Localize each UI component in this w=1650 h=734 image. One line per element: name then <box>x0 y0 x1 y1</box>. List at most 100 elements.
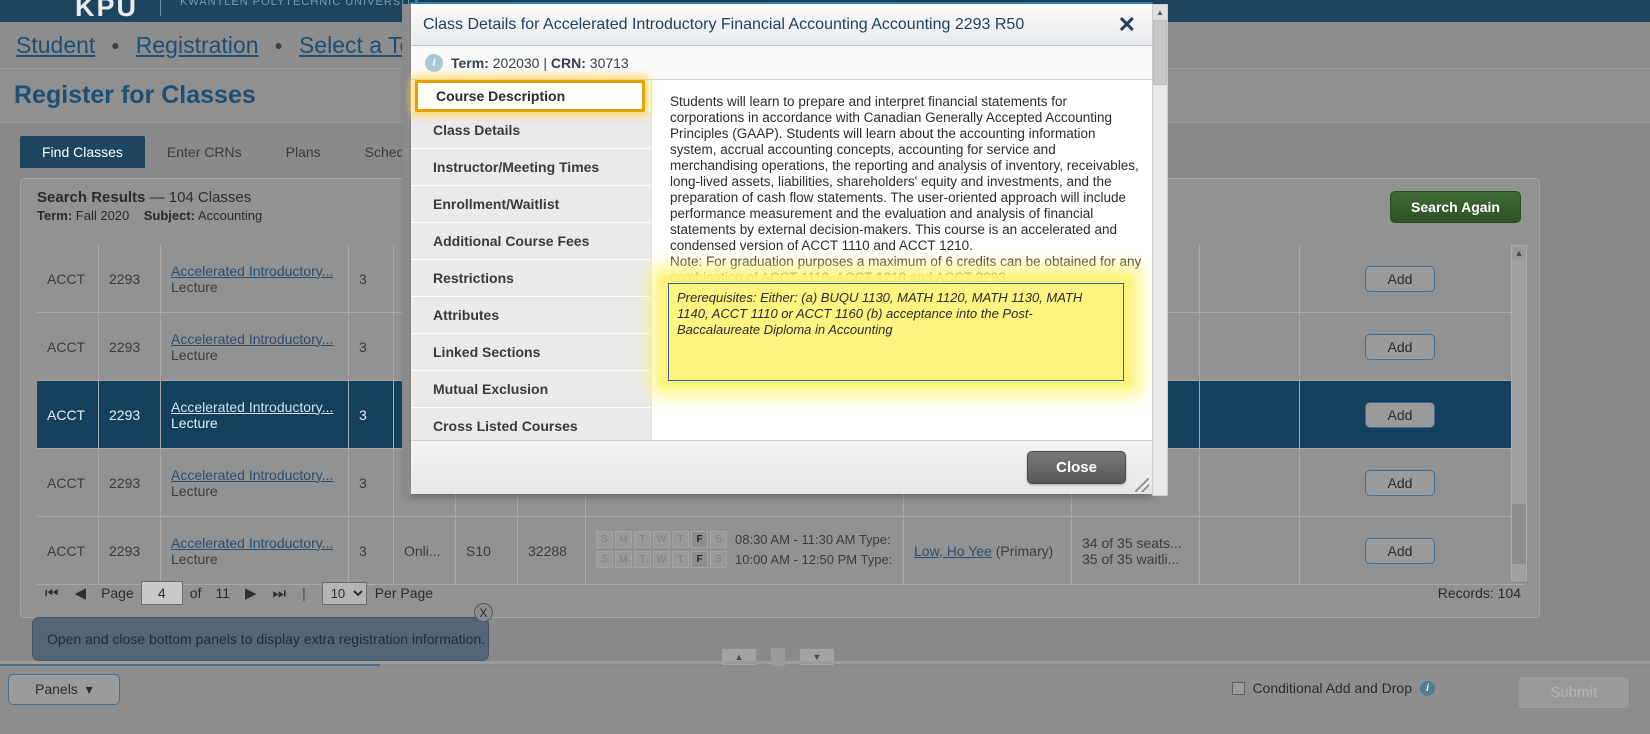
of-label: of <box>190 585 202 601</box>
tab-enter-crns[interactable]: Enter CRNs <box>145 136 264 168</box>
cell-hours: 3 <box>349 313 394 380</box>
course-title-link[interactable]: Accelerated Introductory... <box>171 535 338 551</box>
modal-scrollbar[interactable]: ▲ <box>1152 4 1168 496</box>
breadcrumb-separator-icon: ● <box>111 38 119 52</box>
page-number-input[interactable] <box>141 581 183 605</box>
page-title: Register for Classes <box>14 81 256 110</box>
nav-item-enrollment-waitlist[interactable]: Enrollment/Waitlist <box>411 186 651 223</box>
nav-item-linked-sections[interactable]: Linked Sections <box>411 334 651 371</box>
tab-plans[interactable]: Plans <box>264 136 343 168</box>
brand-logo: KPU <box>75 0 138 23</box>
cell-attributes <box>1200 381 1300 448</box>
day-sa: S <box>710 531 727 548</box>
course-title-link[interactable]: Accelerated Introductory... <box>171 263 338 279</box>
cell-title: Accelerated Introductory... Lecture <box>161 449 349 516</box>
add-button[interactable]: Add <box>1365 334 1436 360</box>
modal-subheader: i Term: 202030 | CRN: 30713 <box>411 46 1152 80</box>
prerequisites-highlight: Prerequisites: Either: (a) BUQU 1130, MA… <box>660 275 1132 387</box>
table-row[interactable]: ACCT 2293 Accelerated Introductory... Le… <box>37 517 1525 585</box>
add-button[interactable]: Add <box>1365 266 1436 292</box>
day-t: T <box>634 551 651 568</box>
prev-page-icon[interactable]: ◀ <box>75 584 87 602</box>
tab-find-classes[interactable]: Find Classes <box>20 136 145 168</box>
next-page-icon[interactable]: ▶ <box>245 584 257 602</box>
nav-item-course-description[interactable]: Course Description <box>415 80 645 112</box>
day-t: T <box>634 531 651 548</box>
instructor-role: (Primary) <box>996 543 1054 559</box>
course-description-text: Students will learn to prepare and inter… <box>670 94 1142 254</box>
search-results-count: — 104 Classes <box>150 189 252 206</box>
conditional-add-drop[interactable]: Conditional Add and Drop i <box>1232 680 1435 696</box>
last-page-icon[interactable]: ⏭ <box>273 585 287 602</box>
instructor-link[interactable]: Low, Ho Yee <box>914 543 992 559</box>
pager-divider: | <box>302 585 306 601</box>
first-page-icon[interactable]: ⏮ <box>45 585 59 602</box>
cell-hours: 3 <box>349 245 394 312</box>
search-again-button[interactable]: Search Again <box>1390 191 1521 223</box>
add-button[interactable]: Add <box>1365 538 1436 564</box>
submit-button[interactable]: Submit <box>1517 676 1630 709</box>
cell-subject: ACCT <box>37 381 99 448</box>
bottom-bar: Panels ▾ Conditional Add and Drop i Subm… <box>0 666 1650 734</box>
breadcrumb-item-student[interactable]: Student <box>16 32 95 59</box>
resize-grip-icon[interactable] <box>1135 478 1149 492</box>
modal-footer: Close <box>411 440 1152 494</box>
nav-item-restrictions[interactable]: Restrictions <box>411 260 651 297</box>
cell-course-number: 2293 <box>99 449 161 516</box>
course-title-link[interactable]: Accelerated Introductory... <box>171 331 338 347</box>
page-label: Page <box>101 585 134 601</box>
scrollbar-thumb[interactable] <box>1153 20 1167 85</box>
cell-crn: 32288 <box>518 517 586 584</box>
cell-course-number: 2293 <box>99 381 161 448</box>
results-scrollbar[interactable]: ▲ <box>1511 245 1527 581</box>
nav-item-instructor-meeting-times[interactable]: Instructor/Meeting Times <box>411 149 651 186</box>
course-type: Lecture <box>171 483 338 499</box>
cell-hours: 3 <box>349 449 394 516</box>
tooltip-close-icon[interactable]: X <box>474 603 493 622</box>
breadcrumb-item-registration[interactable]: Registration <box>136 32 259 59</box>
class-details-modal: Class Details for Accelerated Introducto… <box>409 2 1154 494</box>
day-f: F <box>691 531 708 548</box>
cell-hours: 3 <box>349 517 394 584</box>
cell-attributes <box>1200 517 1300 584</box>
scroll-up-icon[interactable]: ▲ <box>1512 246 1526 260</box>
modal-crn-value: 30713 <box>590 55 629 71</box>
cell-attributes <box>1200 313 1300 380</box>
cell-add: Add <box>1300 313 1500 380</box>
breadcrumb-separator-icon: ● <box>275 38 283 52</box>
day-m: M <box>615 531 632 548</box>
per-page-select[interactable]: 10 <box>322 582 367 605</box>
nav-item-class-details[interactable]: Class Details <box>411 112 651 149</box>
panels-button[interactable]: Panels ▾ <box>8 674 120 705</box>
modal-content-panel: Students will learn to prepare and inter… <box>651 80 1152 440</box>
nav-item-additional-course-fees[interactable]: Additional Course Fees <box>411 223 651 260</box>
close-button[interactable]: Close <box>1027 451 1126 484</box>
pagination: ⏮ ◀ Page of 11 ▶ ⏭ | 10 Per Page Records… <box>37 581 1525 605</box>
panels-tooltip: Open and close bottom panels to display … <box>32 617 489 661</box>
info-icon[interactable]: i <box>1420 681 1435 696</box>
close-icon[interactable]: ✕ <box>1114 14 1140 36</box>
cell-title: Accelerated Introductory... Lecture <box>161 517 349 584</box>
nav-item-mutual-exclusion[interactable]: Mutual Exclusion <box>411 371 651 408</box>
scrollbar-thumb[interactable] <box>1512 504 1526 564</box>
cell-campus: Onli... <box>394 517 456 584</box>
add-button[interactable]: Add <box>1365 402 1436 428</box>
status-seats: 34 of 35 seats... <box>1082 535 1189 551</box>
day-sa: S <box>710 551 727 568</box>
chevron-down-icon: ▾ <box>82 681 93 697</box>
term-label: Term: <box>37 208 72 223</box>
add-button[interactable]: Add <box>1365 470 1436 496</box>
term-value: Fall 2020 <box>76 208 129 223</box>
modal-title-bar[interactable]: Class Details for Accelerated Introducto… <box>411 4 1152 46</box>
scroll-up-icon[interactable]: ▲ <box>1153 5 1167 20</box>
meeting-row: S M T W T F S 08:30 AM - 11:30 AM Type: <box>596 531 893 548</box>
status-waitlist: 35 of 35 waitli... <box>1082 551 1189 567</box>
day-w: W <box>653 551 670 568</box>
cell-add: Add <box>1300 517 1500 584</box>
conditional-checkbox[interactable] <box>1232 682 1245 695</box>
course-title-link[interactable]: Accelerated Introductory... <box>171 399 338 415</box>
search-results-heading: Search Results <box>37 189 145 206</box>
course-title-link[interactable]: Accelerated Introductory... <box>171 467 338 483</box>
panels-tooltip-text: Open and close bottom panels to display … <box>47 631 485 647</box>
nav-item-attributes[interactable]: Attributes <box>411 297 651 334</box>
